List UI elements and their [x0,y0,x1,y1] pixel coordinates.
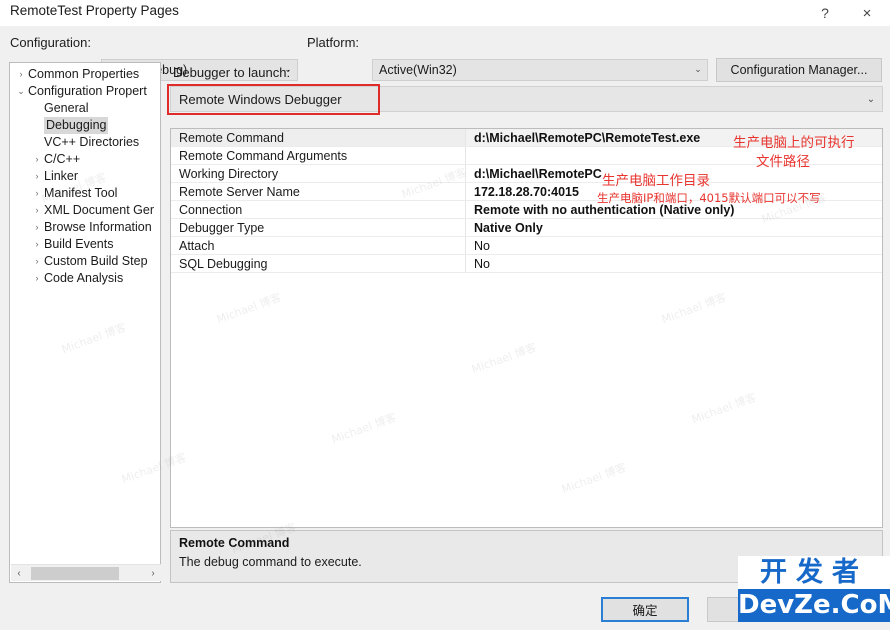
sidebar-item-linker[interactable]: › Linker [10,168,160,185]
debugger-value: Remote Windows Debugger [179,91,342,107]
property-pages-dialog: RemoteTest Property Pages ? × Configurat… [0,0,890,630]
sidebar-item-label: Common Properties [28,67,140,81]
annotation-working-directory: 生产电脑工作目录 [602,173,710,189]
sidebar-item-debugging[interactable]: Debugging [10,117,160,134]
sidebar-item-label: VC++ Directories [44,135,140,149]
property-name: Debugger Type [171,219,466,236]
debugger-select[interactable]: Remote Windows Debugger ⌄ [170,86,883,112]
sidebar-item-configuration-propert[interactable]: ⌄ Configuration Propert [10,83,160,100]
sidebar-item-label: Debugging [44,117,109,134]
cancel-button[interactable] [707,597,795,622]
annotation-exe-path-line1: 生产电脑上的可执行 [733,135,855,151]
table-row[interactable]: Attach No [171,237,882,255]
description-body: The debug command to execute. [179,555,362,569]
title-bar: RemoteTest Property Pages ? × [0,0,890,26]
annotation-server-ip-port: 生产电脑IP和端口，4015默认端口可以不写 [597,191,821,205]
platform-select[interactable]: Active(Win32) ⌄ [372,59,708,81]
chevron-right-icon[interactable]: › [30,185,44,202]
property-name: Working Directory [171,165,466,182]
scroll-track[interactable] [27,565,145,581]
close-icon[interactable]: × [848,0,886,26]
debugger-to-launch-label: Debugger to launch: [173,65,291,80]
chevron-right-icon[interactable]: › [30,219,44,236]
configuration-bar: Configuration: Active(Debug) ⌄ Platform:… [0,26,890,82]
description-panel: Remote Command The debug command to exec… [170,530,883,583]
platform-value: Active(Win32) [379,63,457,77]
chevron-down-icon: ⌄ [694,63,702,74]
sidebar-item-general[interactable]: General [10,100,160,117]
property-value[interactable]: Native Only [466,219,882,236]
property-value[interactable]: No [466,255,882,272]
sidebar-item-custom-build-step[interactable]: › Custom Build Step [10,253,160,270]
sidebar-item-label: Custom Build Step [44,254,148,268]
scroll-thumb[interactable] [31,566,119,580]
property-name: Attach [171,237,466,254]
tree-horizontal-scrollbar[interactable]: ‹ › [11,564,161,581]
sidebar-item-code-analysis[interactable]: › Code Analysis [10,270,160,287]
ok-button[interactable]: 确定 [601,597,689,622]
configuration-manager-button[interactable]: Configuration Manager... [716,58,882,82]
property-name: Connection [171,201,466,218]
description-title: Remote Command [179,536,290,550]
sidebar-item-xml-document-ger[interactable]: › XML Document Ger [10,202,160,219]
platform-label: Platform: [307,35,360,50]
chevron-right-icon[interactable]: › [14,66,28,83]
sidebar-item-label: Manifest Tool [44,186,118,200]
sidebar-item-label: Browse Information [44,220,152,234]
sidebar-item-common-properties[interactable]: › Common Properties [10,66,160,83]
annotation-exe-path-line2: 文件路径 [756,154,810,170]
chevron-down-icon: ⌄ [866,93,876,105]
property-name: Remote Server Name [171,183,466,200]
chevron-right-icon[interactable]: › [30,253,44,270]
sidebar-item-manifest-tool[interactable]: › Manifest Tool [10,185,160,202]
table-row[interactable]: SQL Debugging No [171,255,882,273]
chevron-right-icon[interactable]: › [30,168,44,185]
sidebar-item-label: Linker [44,169,79,183]
chevron-right-icon[interactable]: › [30,236,44,253]
properties-tree[interactable]: › Common Properties ⌄ Configuration Propert… [9,62,161,583]
sidebar-item-browse-information[interactable]: › Browse Information [10,219,160,236]
sidebar-item-label: C/C++ [44,152,81,166]
configuration-label: Configuration: [10,35,91,50]
chevron-right-icon[interactable]: › [30,270,44,287]
sidebar-item-label: General [44,101,89,115]
chevron-right-icon[interactable]: › [30,202,44,219]
sidebar-item-label: XML Document Ger [44,203,154,217]
property-grid[interactable]: Remote Command d:\Michael\RemotePC\Remote… [170,128,883,528]
sidebar-item-label: Code Analysis [44,271,124,285]
property-value[interactable]: No [466,237,882,254]
chevron-right-icon[interactable]: › [30,151,44,168]
table-row[interactable]: Debugger Type Native Only [171,219,882,237]
scroll-right-icon[interactable]: › [145,568,161,579]
sidebar-item-label: Build Events [44,237,114,251]
sidebar-item-build-events[interactable]: › Build Events [10,236,160,253]
property-name: SQL Debugging [171,255,466,272]
property-name: Remote Command [171,129,466,146]
tree-list: › Common Properties ⌄ Configuration Propert… [10,66,160,287]
help-icon[interactable]: ? [806,0,844,26]
page-title: RemoteTest Property Pages [10,3,179,18]
sidebar-item-c-c[interactable]: › C/C++ [10,151,160,168]
sidebar-item-vc-directories[interactable]: VC++ Directories [10,134,160,151]
property-name: Remote Command Arguments [171,147,466,164]
scroll-left-icon[interactable]: ‹ [11,568,27,579]
chevron-down-icon[interactable]: ⌄ [14,83,28,100]
sidebar-item-label: Configuration Propert [28,84,147,98]
